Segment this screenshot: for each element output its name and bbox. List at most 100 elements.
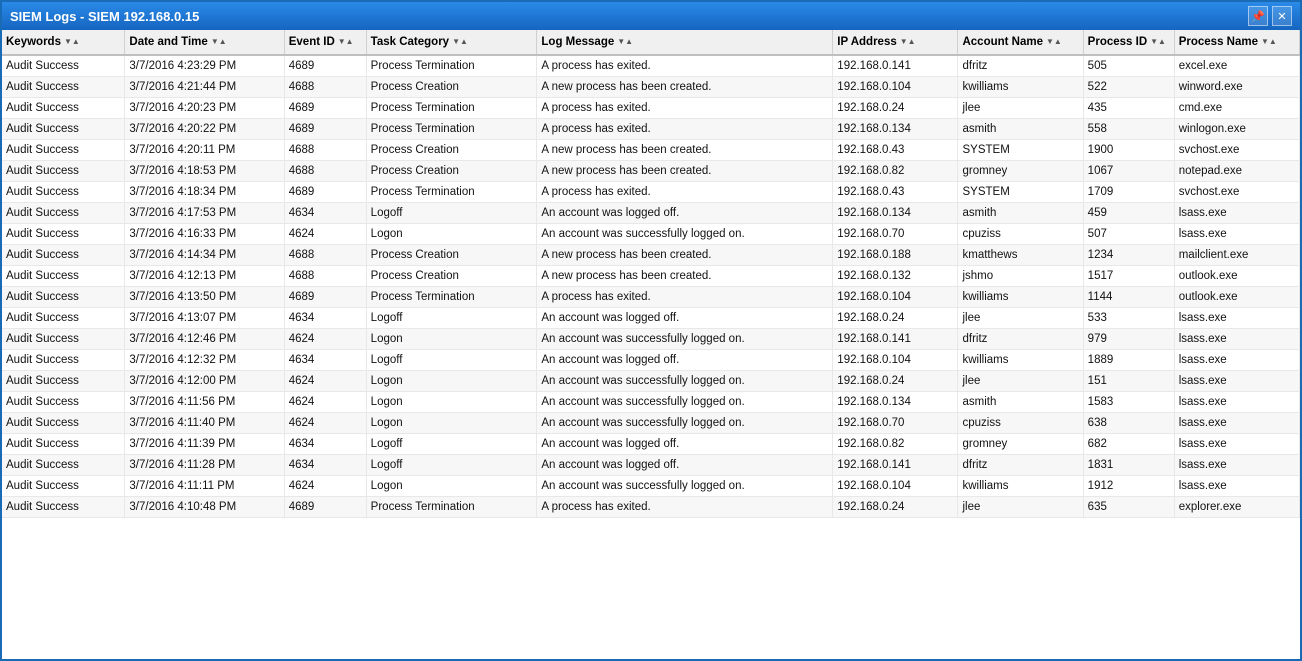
table-row[interactable]: Audit Success3/7/2016 4:23:29 PM4689Proc… <box>2 55 1300 77</box>
cell-processname: lsass.exe <box>1174 476 1299 497</box>
cell-keywords: Audit Success <box>2 119 125 140</box>
cell-eventid: 4624 <box>284 371 366 392</box>
cell-ipaddress: 192.168.0.24 <box>833 98 958 119</box>
cell-eventid: 4624 <box>284 329 366 350</box>
cell-ipaddress: 192.168.0.104 <box>833 350 958 371</box>
sort-icon-datetime: ▼▲ <box>211 38 227 46</box>
cell-processname: lsass.exe <box>1174 203 1299 224</box>
cell-processname: winlogon.exe <box>1174 119 1299 140</box>
cell-processid: 1912 <box>1083 476 1174 497</box>
table-container[interactable]: Keywords ▼▲ Date and Time ▼▲ Event ID <box>2 30 1300 659</box>
col-header-keywords[interactable]: Keywords ▼▲ <box>2 30 125 55</box>
cell-accountname: asmith <box>958 392 1083 413</box>
cell-datetime: 3/7/2016 4:18:34 PM <box>125 182 284 203</box>
table-row[interactable]: Audit Success3/7/2016 4:20:23 PM4689Proc… <box>2 98 1300 119</box>
cell-datetime: 3/7/2016 4:21:44 PM <box>125 77 284 98</box>
cell-eventid: 4624 <box>284 476 366 497</box>
cell-accountname: dfritz <box>958 55 1083 77</box>
cell-ipaddress: 192.168.0.70 <box>833 413 958 434</box>
cell-processname: outlook.exe <box>1174 287 1299 308</box>
cell-processid: 1234 <box>1083 245 1174 266</box>
col-header-eventid[interactable]: Event ID ▼▲ <box>284 30 366 55</box>
table-row[interactable]: Audit Success3/7/2016 4:11:56 PM4624Logo… <box>2 392 1300 413</box>
table-row[interactable]: Audit Success3/7/2016 4:21:44 PM4688Proc… <box>2 77 1300 98</box>
table-row[interactable]: Audit Success3/7/2016 4:16:33 PM4624Logo… <box>2 224 1300 245</box>
table-row[interactable]: Audit Success3/7/2016 4:18:53 PM4688Proc… <box>2 161 1300 182</box>
table-row[interactable]: Audit Success3/7/2016 4:20:22 PM4689Proc… <box>2 119 1300 140</box>
col-label-logmessage: Log Message <box>541 36 614 48</box>
cell-logmessage: A process has exited. <box>537 182 833 203</box>
table-row[interactable]: Audit Success3/7/2016 4:12:32 PM4634Logo… <box>2 350 1300 371</box>
col-label-processid: Process ID <box>1088 36 1147 48</box>
cell-processid: 522 <box>1083 77 1174 98</box>
cell-datetime: 3/7/2016 4:12:46 PM <box>125 329 284 350</box>
cell-accountname: gromney <box>958 161 1083 182</box>
table-row[interactable]: Audit Success3/7/2016 4:11:11 PM4624Logo… <box>2 476 1300 497</box>
cell-eventid: 4689 <box>284 287 366 308</box>
table-row[interactable]: Audit Success3/7/2016 4:13:50 PM4689Proc… <box>2 287 1300 308</box>
cell-datetime: 3/7/2016 4:23:29 PM <box>125 55 284 77</box>
cell-logmessage: A new process has been created. <box>537 77 833 98</box>
table-row[interactable]: Audit Success3/7/2016 4:10:48 PM4689Proc… <box>2 497 1300 518</box>
col-header-accountname[interactable]: Account Name ▼▲ <box>958 30 1083 55</box>
pin-icon: 📌 <box>1251 10 1265 23</box>
cell-keywords: Audit Success <box>2 497 125 518</box>
cell-datetime: 3/7/2016 4:20:22 PM <box>125 119 284 140</box>
cell-ipaddress: 192.168.0.82 <box>833 161 958 182</box>
cell-taskcategory: Process Termination <box>366 182 537 203</box>
cell-taskcategory: Logon <box>366 476 537 497</box>
cell-processid: 1583 <box>1083 392 1174 413</box>
table-row[interactable]: Audit Success3/7/2016 4:12:46 PM4624Logo… <box>2 329 1300 350</box>
close-button[interactable]: ✕ <box>1272 6 1292 26</box>
table-row[interactable]: Audit Success3/7/2016 4:17:53 PM4634Logo… <box>2 203 1300 224</box>
table-row[interactable]: Audit Success3/7/2016 4:11:40 PM4624Logo… <box>2 413 1300 434</box>
cell-datetime: 3/7/2016 4:11:56 PM <box>125 392 284 413</box>
table-row[interactable]: Audit Success3/7/2016 4:11:39 PM4634Logo… <box>2 434 1300 455</box>
cell-taskcategory: Process Termination <box>366 497 537 518</box>
siem-logs-window: SIEM Logs - SIEM 192.168.0.15 📌 ✕ Keywor… <box>0 0 1302 661</box>
cell-processid: 505 <box>1083 55 1174 77</box>
cell-keywords: Audit Success <box>2 476 125 497</box>
table-row[interactable]: Audit Success3/7/2016 4:20:11 PM4688Proc… <box>2 140 1300 161</box>
cell-keywords: Audit Success <box>2 455 125 476</box>
cell-processname: lsass.exe <box>1174 392 1299 413</box>
cell-accountname: kwilliams <box>958 350 1083 371</box>
cell-taskcategory: Logoff <box>366 455 537 476</box>
cell-processname: excel.exe <box>1174 55 1299 77</box>
cell-keywords: Audit Success <box>2 350 125 371</box>
cell-eventid: 4624 <box>284 413 366 434</box>
pin-button[interactable]: 📌 <box>1248 6 1268 26</box>
cell-logmessage: An account was logged off. <box>537 308 833 329</box>
table-row[interactable]: Audit Success3/7/2016 4:13:07 PM4634Logo… <box>2 308 1300 329</box>
col-header-processid[interactable]: Process ID ▼▲ <box>1083 30 1174 55</box>
cell-processname: lsass.exe <box>1174 413 1299 434</box>
title-bar-controls: 📌 ✕ <box>1248 6 1292 26</box>
col-header-taskcategory[interactable]: Task Category ▼▲ <box>366 30 537 55</box>
table-row[interactable]: Audit Success3/7/2016 4:11:28 PM4634Logo… <box>2 455 1300 476</box>
cell-processname: cmd.exe <box>1174 98 1299 119</box>
table-row[interactable]: Audit Success3/7/2016 4:14:34 PM4688Proc… <box>2 245 1300 266</box>
cell-processid: 1831 <box>1083 455 1174 476</box>
cell-logmessage: A new process has been created. <box>537 161 833 182</box>
cell-keywords: Audit Success <box>2 182 125 203</box>
header-row: Keywords ▼▲ Date and Time ▼▲ Event ID <box>2 30 1300 55</box>
sort-icon-accountname: ▼▲ <box>1046 38 1062 46</box>
col-label-datetime: Date and Time <box>129 36 207 48</box>
cell-taskcategory: Logon <box>366 224 537 245</box>
cell-logmessage: A new process has been created. <box>537 140 833 161</box>
table-row[interactable]: Audit Success3/7/2016 4:12:13 PM4688Proc… <box>2 266 1300 287</box>
col-header-processname[interactable]: Process Name ▼▲ <box>1174 30 1299 55</box>
col-header-ipaddress[interactable]: IP Address ▼▲ <box>833 30 958 55</box>
cell-taskcategory: Logon <box>366 392 537 413</box>
cell-processname: lsass.exe <box>1174 371 1299 392</box>
cell-processname: notepad.exe <box>1174 161 1299 182</box>
table-row[interactable]: Audit Success3/7/2016 4:12:00 PM4624Logo… <box>2 371 1300 392</box>
col-header-logmessage[interactable]: Log Message ▼▲ <box>537 30 833 55</box>
table-row[interactable]: Audit Success3/7/2016 4:18:34 PM4689Proc… <box>2 182 1300 203</box>
cell-logmessage: A process has exited. <box>537 497 833 518</box>
cell-processid: 533 <box>1083 308 1174 329</box>
col-header-datetime[interactable]: Date and Time ▼▲ <box>125 30 284 55</box>
cell-accountname: dfritz <box>958 329 1083 350</box>
title-bar-left: SIEM Logs - SIEM 192.168.0.15 <box>10 9 199 24</box>
cell-keywords: Audit Success <box>2 434 125 455</box>
